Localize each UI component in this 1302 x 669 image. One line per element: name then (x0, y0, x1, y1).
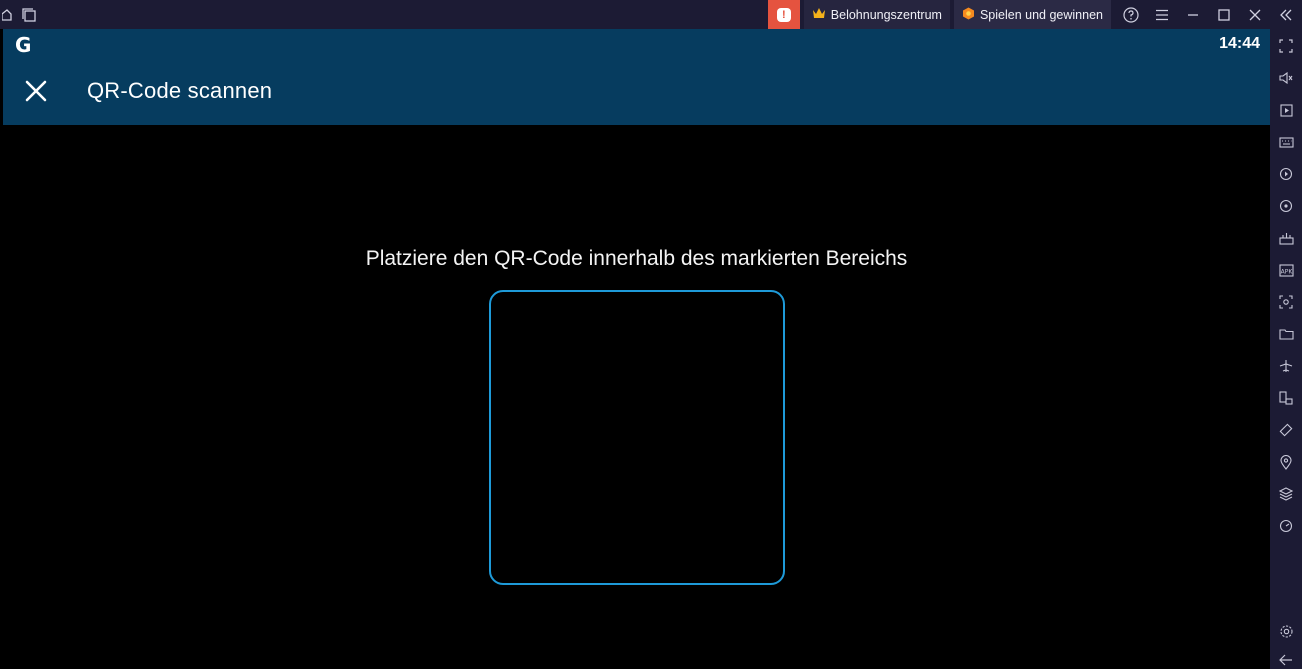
folder-icon[interactable] (1277, 325, 1295, 343)
fullscreen-icon[interactable] (1277, 37, 1295, 55)
close-window-icon[interactable] (1239, 0, 1270, 29)
play-and-win-label: Spielen und gewinnen (979, 7, 1103, 22)
minimize-icon[interactable] (1177, 0, 1208, 29)
volume-icon[interactable] (1277, 69, 1295, 87)
macro-icon[interactable] (1277, 165, 1295, 183)
status-time: 14:44 (1219, 35, 1260, 52)
app-bar: QR-Code scannen (3, 58, 1270, 125)
collapse-sidebar-icon[interactable] (1270, 0, 1302, 29)
layers-icon[interactable] (1277, 485, 1295, 503)
menu-icon[interactable] (1146, 0, 1177, 29)
crown-icon (812, 7, 826, 22)
badge-icon (962, 7, 975, 23)
scan-frame (489, 290, 785, 585)
multi-instance-icon[interactable] (14, 0, 44, 29)
app-logo: G (15, 33, 32, 57)
page-title: QR-Code scannen (87, 78, 273, 103)
alert-button[interactable]: ! (767, 0, 800, 29)
settings-icon[interactable] (1277, 622, 1295, 640)
close-icon[interactable] (23, 78, 49, 104)
svg-text:APK: APK (1280, 268, 1293, 275)
maximize-icon[interactable] (1208, 0, 1239, 29)
rewards-center-label: Belohnungszentrum (830, 7, 942, 22)
airplane-icon[interactable] (1277, 357, 1295, 375)
scan-instruction: Platziere den QR-Code innerhalb des mark… (365, 247, 908, 270)
media-icon[interactable] (1277, 101, 1295, 119)
location-icon[interactable] (1277, 453, 1295, 471)
play-and-win-button[interactable]: Spielen und gewinnen (953, 0, 1111, 29)
apk-icon[interactable]: APK (1277, 261, 1295, 279)
alert-icon: ! (776, 7, 791, 22)
back-icon[interactable] (1277, 651, 1295, 669)
keyboard-icon[interactable] (1277, 133, 1295, 151)
screenshot-icon[interactable] (1277, 293, 1295, 311)
rotate-devices-icon[interactable] (1277, 389, 1295, 407)
sync-icon[interactable] (1277, 197, 1295, 215)
speed-icon[interactable] (1277, 517, 1295, 535)
android-screen: G 14:44 QR-Code scannen Platziere den QR… (3, 29, 1270, 669)
build-icon[interactable] (1277, 229, 1295, 247)
home-icon[interactable] (0, 0, 14, 29)
shake-icon[interactable] (1277, 421, 1295, 439)
rewards-center-button[interactable]: Belohnungszentrum (803, 0, 950, 29)
emulator-title-bar: ! Belohnungszentrum Spielen und gewinnen (0, 0, 1302, 29)
help-icon[interactable] (1115, 0, 1146, 29)
status-bar: G 14:44 (3, 29, 1270, 58)
emulator-sidebar: APK (1270, 29, 1302, 669)
